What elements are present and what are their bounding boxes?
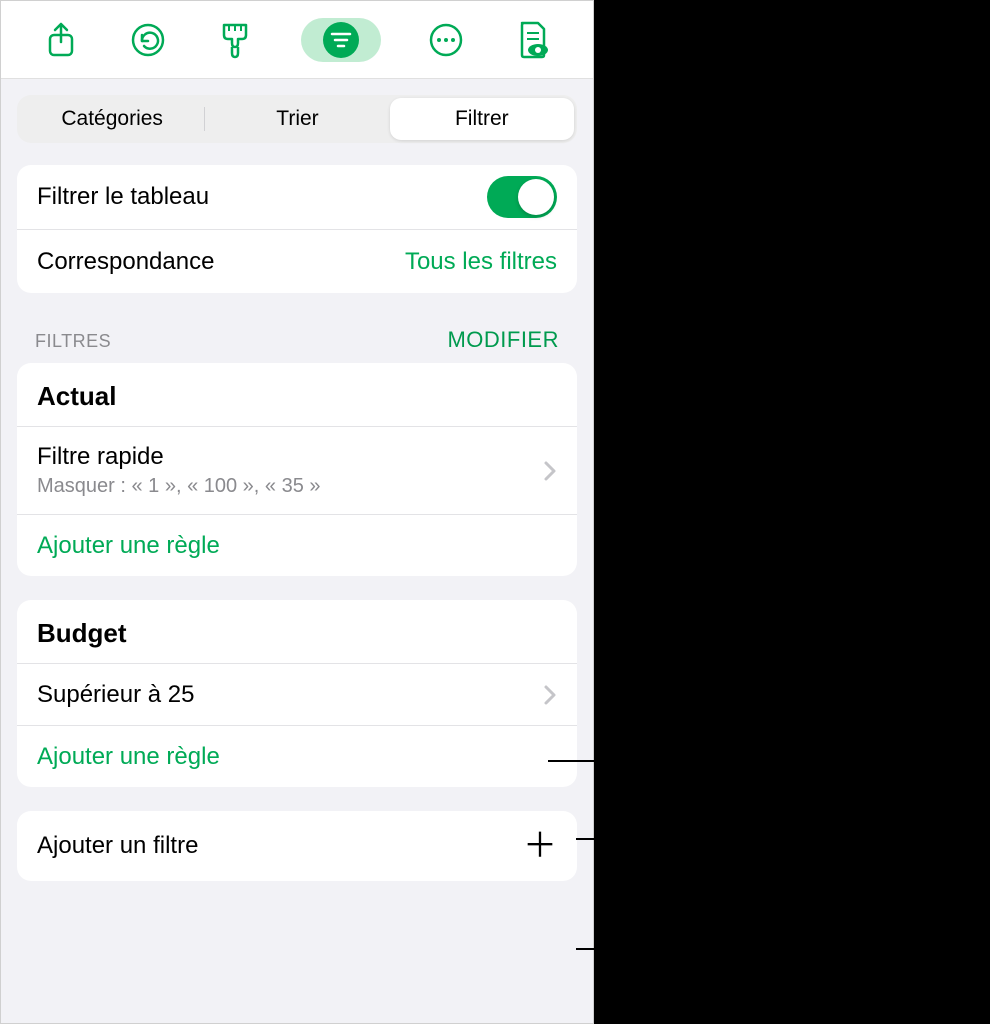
add-rule-button[interactable]: Ajouter une règle <box>17 514 577 576</box>
filter-group-budget: Budget Supérieur à 25 Ajouter une règle <box>17 600 577 787</box>
group-title: Budget <box>17 600 577 663</box>
toggle-knob <box>518 179 554 215</box>
filter-content: Catégories Trier Filtrer Filtrer le tabl… <box>1 79 593 905</box>
modify-button[interactable]: MODIFIER <box>447 327 559 353</box>
format-brush-icon[interactable] <box>213 18 257 62</box>
filter-table-row: Filtrer le tableau <box>17 165 577 229</box>
tab-filter[interactable]: Filtrer <box>390 98 574 140</box>
match-value: Tous les filtres <box>405 248 557 276</box>
rule-title: Filtre rapide <box>37 443 321 471</box>
filter-table-toggle[interactable] <box>487 176 557 218</box>
add-filter-label: Ajouter un filtre <box>37 832 198 860</box>
group-title: Actual <box>17 363 577 426</box>
filter-group-actual: Actual Filtre rapide Masquer : « 1 », « … <box>17 363 577 576</box>
preview-icon[interactable] <box>511 18 555 62</box>
tab-categories[interactable]: Catégories <box>20 98 204 140</box>
add-rule-label: Ajouter une règle <box>37 532 220 560</box>
more-icon[interactable] <box>424 18 468 62</box>
rule-item[interactable]: Supérieur à 25 <box>17 663 577 725</box>
match-row[interactable]: Correspondance Tous les filtres <box>17 229 577 293</box>
add-rule-button[interactable]: Ajouter une règle <box>17 725 577 787</box>
toolbar <box>1 1 593 79</box>
chevron-right-icon <box>543 684 557 706</box>
rule-item[interactable]: Filtre rapide Masquer : « 1 », « 100 », … <box>17 426 577 514</box>
chevron-right-icon <box>543 460 557 482</box>
filter-table-label: Filtrer le tableau <box>37 183 209 211</box>
rule-subtitle: Masquer : « 1 », « 100 », « 35 » <box>37 475 321 498</box>
add-rule-label: Ajouter une règle <box>37 743 220 771</box>
filters-title: FILTRES <box>35 331 111 352</box>
tab-sort[interactable]: Trier <box>205 98 389 140</box>
share-icon[interactable] <box>39 18 83 62</box>
plus-icon: ＋ <box>523 829 557 863</box>
filter-panel: Catégories Trier Filtrer Filtrer le tabl… <box>0 0 594 1024</box>
add-filter-button[interactable]: Ajouter un filtre ＋ <box>17 811 577 881</box>
undo-icon[interactable] <box>126 18 170 62</box>
filter-toolbar-button[interactable] <box>301 18 381 62</box>
segmented-control: Catégories Trier Filtrer <box>17 95 577 143</box>
filter-options-card: Filtrer le tableau Correspondance Tous l… <box>17 165 577 293</box>
rule-title: Supérieur à 25 <box>37 681 194 709</box>
filters-section-header: FILTRES MODIFIER <box>17 293 577 363</box>
match-label: Correspondance <box>37 248 214 276</box>
